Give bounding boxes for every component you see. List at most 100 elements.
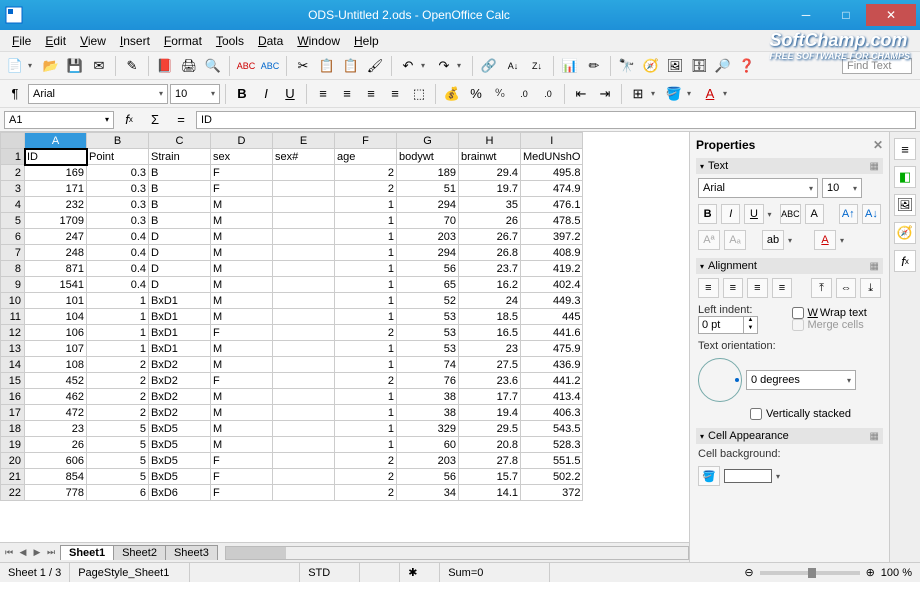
cell[interactable]: 854 [25, 469, 87, 485]
italic-button[interactable]: I [255, 83, 277, 105]
cell[interactable]: BxD2 [149, 357, 211, 373]
cell[interactable]: 232 [25, 197, 87, 213]
cell[interactable]: M [211, 405, 273, 421]
orientation-combo[interactable]: 0 degrees▾ [746, 370, 856, 390]
cell[interactable]: 449.3 [521, 293, 583, 309]
row-header[interactable]: 21 [1, 469, 25, 485]
cell[interactable]: M [211, 197, 273, 213]
cell[interactable]: 294 [397, 197, 459, 213]
row-header[interactable]: 4 [1, 197, 25, 213]
bgcolor-button[interactable]: 🪣 [663, 83, 685, 105]
cell[interactable]: 2 [335, 453, 397, 469]
name-box[interactable]: A1▾ [4, 111, 114, 129]
cell[interactable]: 26 [25, 437, 87, 453]
cell[interactable]: 372 [521, 485, 583, 501]
cell[interactable]: 474.9 [521, 181, 583, 197]
cell[interactable]: M [211, 341, 273, 357]
cell[interactable]: M [211, 389, 273, 405]
cell[interactable]: 26.7 [459, 229, 521, 245]
panel-shrink-font-button[interactable]: A↓ [862, 204, 881, 224]
cell[interactable]: 26 [459, 213, 521, 229]
cell[interactable]: 0.3 [87, 165, 149, 181]
print-button[interactable]: 🖨 [178, 55, 200, 77]
cell[interactable]: 476.1 [521, 197, 583, 213]
cell[interactable]: 26.8 [459, 245, 521, 261]
panel-align-justify-button[interactable]: ≡ [772, 278, 793, 298]
cell[interactable]: 5 [87, 437, 149, 453]
cell[interactable]: 5 [87, 469, 149, 485]
panel-valign-mid-button[interactable]: ⇔ [836, 278, 857, 298]
cell[interactable]: 778 [25, 485, 87, 501]
cell[interactable]: 445 [521, 309, 583, 325]
panel-underline-button[interactable]: U [744, 204, 763, 224]
cell[interactable]: 294 [397, 245, 459, 261]
styles-button[interactable]: ¶ [4, 83, 26, 105]
cell[interactable] [273, 405, 335, 421]
row-header[interactable]: 18 [1, 421, 25, 437]
chart-button[interactable]: 📊 [559, 55, 581, 77]
tab-first-button[interactable]: ⏮ [2, 547, 16, 558]
cell[interactable]: 2 [335, 181, 397, 197]
datasources-button[interactable]: 🗄 [688, 55, 710, 77]
menu-tools[interactable]: Tools [210, 32, 250, 50]
cell[interactable]: 2 [335, 325, 397, 341]
cell[interactable]: ID [25, 149, 87, 165]
cell[interactable]: 108 [25, 357, 87, 373]
cell[interactable]: Strain [149, 149, 211, 165]
cell[interactable]: D [149, 245, 211, 261]
cell[interactable]: 29.5 [459, 421, 521, 437]
cell[interactable]: 1 [335, 421, 397, 437]
cell[interactable]: 27.8 [459, 453, 521, 469]
tab-last-button[interactable]: ⏭ [44, 547, 58, 558]
cell[interactable]: 60 [397, 437, 459, 453]
align-right-button[interactable]: ≡ [360, 83, 382, 105]
cell[interactable]: 462 [25, 389, 87, 405]
cell[interactable] [273, 421, 335, 437]
sort-desc-button[interactable]: Z↓ [526, 55, 548, 77]
cell[interactable]: F [211, 469, 273, 485]
cell[interactable]: D [149, 229, 211, 245]
cell[interactable]: 441.6 [521, 325, 583, 341]
close-button[interactable]: ✕ [866, 4, 916, 26]
cell[interactable]: 1 [335, 389, 397, 405]
find-button[interactable]: 🔭 [616, 55, 638, 77]
panel-bold-button[interactable]: B [698, 204, 717, 224]
cell[interactable]: 53 [397, 309, 459, 325]
cell-bg-swatch[interactable] [724, 469, 772, 483]
hyperlink-button[interactable]: 🔗 [478, 55, 500, 77]
spellcheck-button[interactable]: ABC [235, 55, 257, 77]
open-button[interactable]: 📂 [40, 55, 62, 77]
align-justify-button[interactable]: ≡ [384, 83, 406, 105]
cell[interactable]: 402.4 [521, 277, 583, 293]
cell[interactable]: 23 [459, 341, 521, 357]
align-center-button[interactable]: ≡ [336, 83, 358, 105]
cell[interactable]: 1709 [25, 213, 87, 229]
cell[interactable]: 104 [25, 309, 87, 325]
cell[interactable]: 15.7 [459, 469, 521, 485]
cell[interactable]: F [211, 165, 273, 181]
menu-file[interactable]: File [6, 32, 37, 50]
cell[interactable]: 27.5 [459, 357, 521, 373]
align-left-button[interactable]: ≡ [312, 83, 334, 105]
undo-button[interactable]: ↶ [397, 55, 419, 77]
menu-format[interactable]: Format [158, 32, 208, 50]
cell[interactable]: 413.4 [521, 389, 583, 405]
cell[interactable]: 441.2 [521, 373, 583, 389]
cell[interactable]: 203 [397, 229, 459, 245]
preview-button[interactable]: 🔍 [202, 55, 224, 77]
redo-button[interactable]: ↷ [433, 55, 455, 77]
cell[interactable]: BxD2 [149, 389, 211, 405]
copy-button[interactable]: 📋 [316, 55, 338, 77]
cell[interactable] [273, 213, 335, 229]
row-header[interactable]: 15 [1, 373, 25, 389]
styles-tab-button[interactable]: ◧ [894, 166, 916, 188]
cell[interactable]: 6 [87, 485, 149, 501]
wrap-text-checkbox[interactable]: WWrap text [792, 307, 882, 319]
cell[interactable]: 70 [397, 213, 459, 229]
row-header[interactable]: 13 [1, 341, 25, 357]
row-header[interactable]: 20 [1, 453, 25, 469]
cell[interactable]: 0.3 [87, 213, 149, 229]
row-header[interactable]: 12 [1, 325, 25, 341]
sheet-tab[interactable]: Sheet2 [113, 545, 166, 560]
panel-highlight-button[interactable]: ab [762, 230, 784, 250]
